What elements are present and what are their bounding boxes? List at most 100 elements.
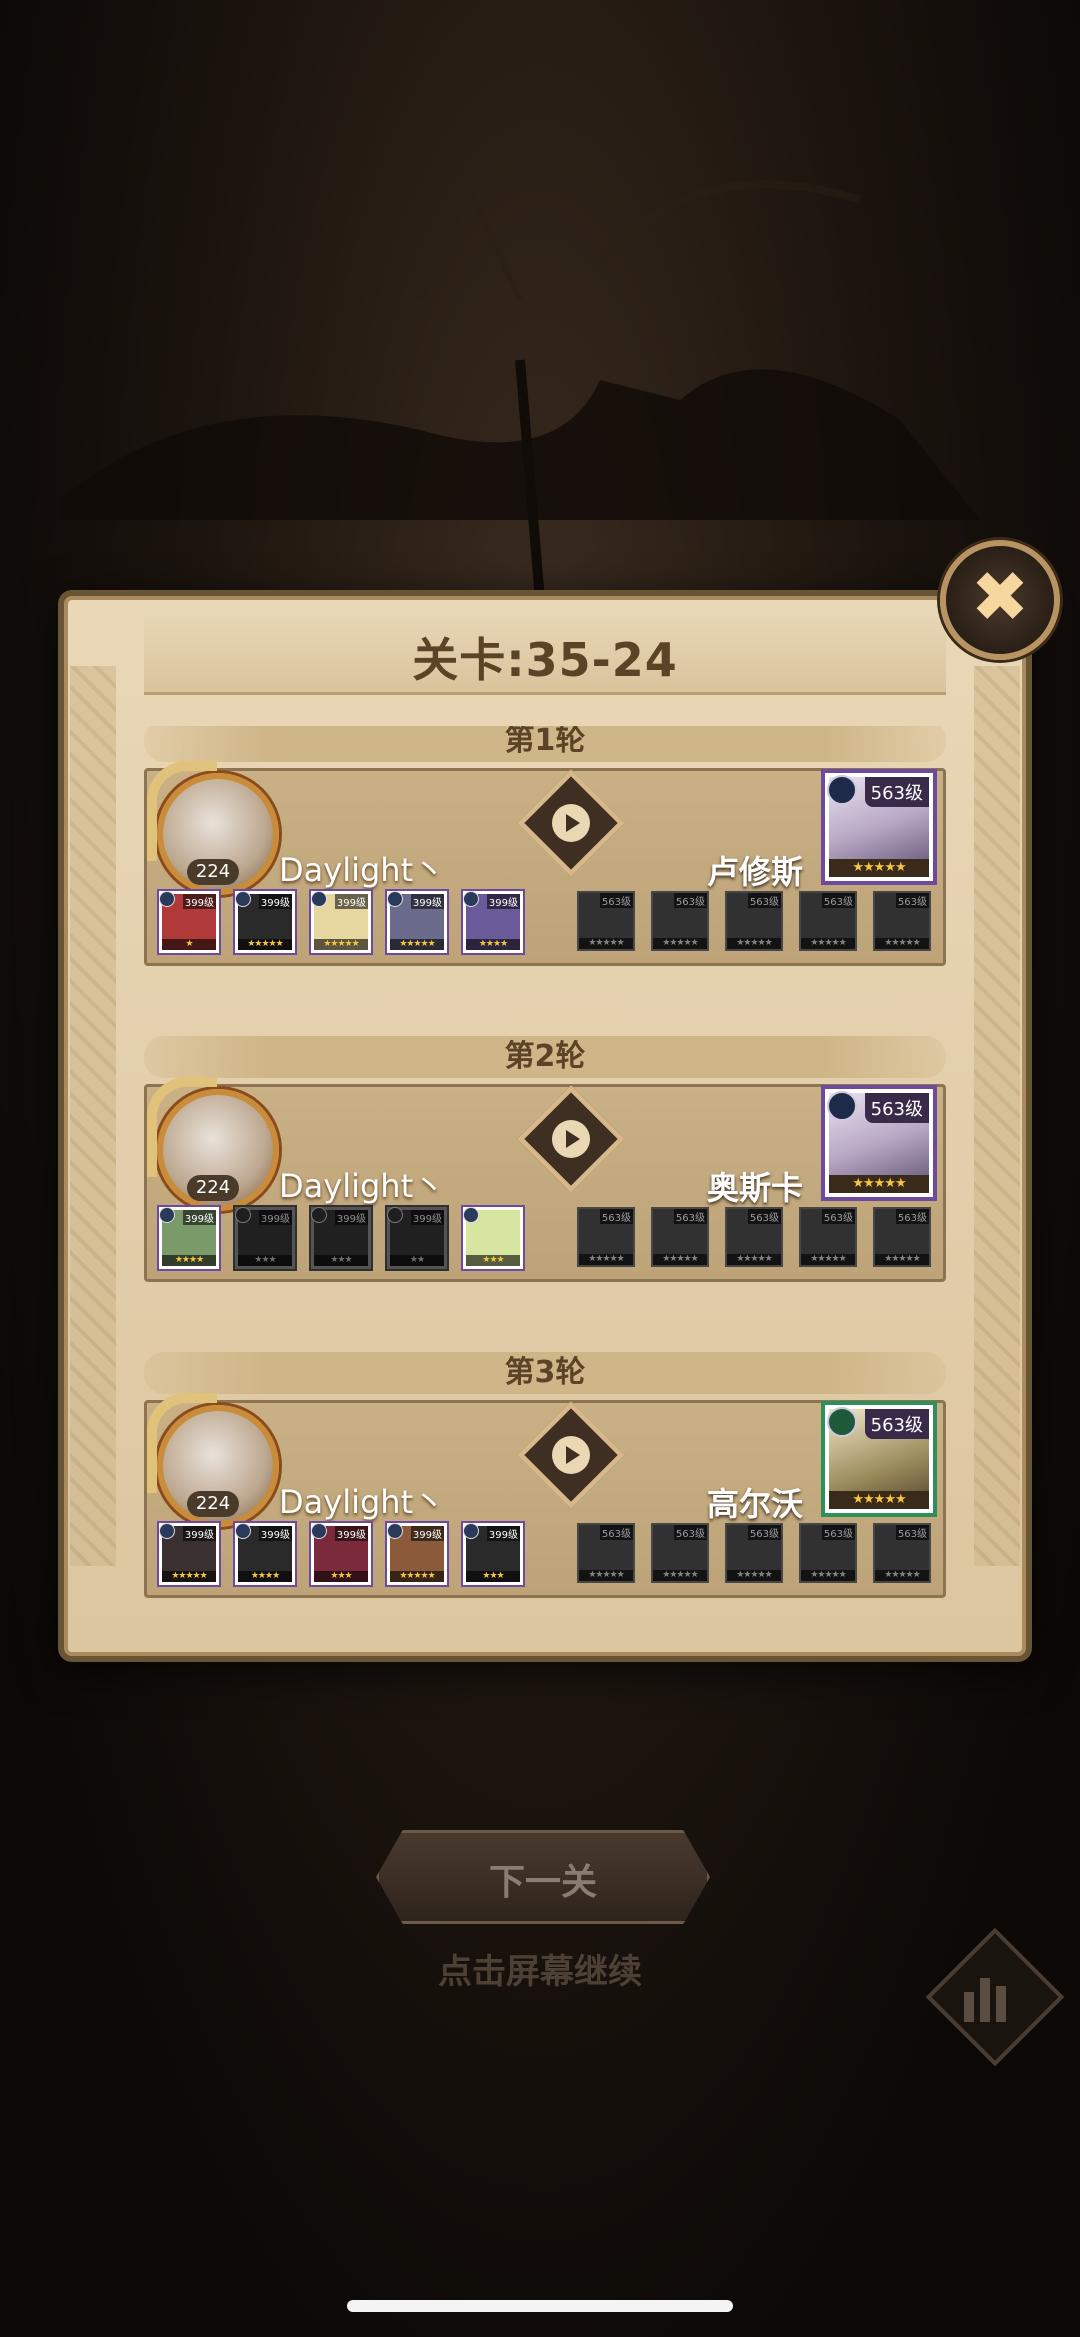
enemy-hero-slot[interactable]: 563级 ★★★★★ xyxy=(799,1207,857,1267)
hero-stars: ★★★ xyxy=(314,1255,368,1266)
replay-button[interactable] xyxy=(517,1085,625,1193)
player-hero-slot[interactable]: 399级 ★★★★ xyxy=(159,1207,219,1269)
player-hero-slot[interactable]: 399级 ★★★ xyxy=(463,1523,523,1585)
hero-stars: ★★★★★ xyxy=(390,939,444,950)
hero-level: 563级 xyxy=(599,1209,633,1224)
hero-stars: ★★★★★ xyxy=(875,938,929,949)
player-name: Daylight丶 xyxy=(279,1167,446,1205)
hero-level: 399级 xyxy=(410,1526,444,1541)
faction-icon xyxy=(463,1523,479,1539)
enemy-hero-slot[interactable]: 563级 ★★★★★ xyxy=(651,1523,709,1583)
player-hero-slot[interactable]: ★★★ xyxy=(463,1207,523,1269)
faction-icon xyxy=(387,1523,403,1539)
hero-stars: ★★★★★ xyxy=(579,1570,633,1581)
round-header: 第2轮 xyxy=(144,1036,946,1078)
replay-button[interactable] xyxy=(517,769,625,877)
enemy-hero-slot[interactable]: 563级 ★★★★★ xyxy=(651,1207,709,1267)
enemy-hero-slot[interactable]: 563级 ★★★★★ xyxy=(873,1207,931,1267)
avatar-frame-wing xyxy=(147,1393,217,1493)
enemy-hero-slot[interactable]: 563级 ★★★★★ xyxy=(651,891,709,951)
panel-ornament-left xyxy=(70,666,116,1566)
hero-level: 563级 xyxy=(747,1525,781,1540)
player-hero-slot[interactable]: 399级 ★★★★ xyxy=(463,891,523,953)
enemy-portrait[interactable]: 563级 ★★★★★ xyxy=(825,1405,933,1513)
faction-icon xyxy=(311,1207,327,1223)
play-icon xyxy=(552,1120,590,1158)
hero-level: 563级 xyxy=(747,1209,781,1224)
enemy-stars: ★★★★★ xyxy=(829,1491,929,1509)
hero-level: 399级 xyxy=(334,1210,368,1225)
hero-stars: ★★★ xyxy=(238,1255,292,1266)
hero-stars: ★★★★★ xyxy=(653,938,707,949)
hero-stars: ★★★★★ xyxy=(390,1571,444,1582)
hero-level: 399级 xyxy=(410,894,444,909)
round-header: 第1轮 xyxy=(144,726,946,762)
enemy-hero-slot[interactable]: 563级 ★★★★★ xyxy=(725,1523,783,1583)
hero-stars: ★ xyxy=(162,939,216,950)
enemy-level: 563级 xyxy=(864,1409,929,1439)
player-hero-slot[interactable]: 399级 ★★★★★ xyxy=(235,891,295,953)
enemy-hero-slot[interactable]: 563级 ★★★★★ xyxy=(873,1523,931,1583)
hero-stars: ★★★ xyxy=(466,1571,520,1582)
hero-level: 563级 xyxy=(895,893,929,908)
hero-level: 399级 xyxy=(258,1526,292,1541)
player-hero-slot[interactable]: 399级 ★★ xyxy=(387,1207,447,1269)
hero-stars: ★★★★★ xyxy=(875,1254,929,1265)
close-button[interactable]: ✖ xyxy=(940,540,1060,660)
replay-button[interactable] xyxy=(517,1401,625,1509)
player-hero-slot[interactable]: 399级 ★★★★★ xyxy=(311,891,371,953)
player-level-badge: 224 xyxy=(187,1175,239,1201)
hero-stars: ★★★★ xyxy=(466,939,520,950)
battle-card: 224 Daylight丶 奥斯卡 563级 ★★★★★ 399级 ★★★★ 399… xyxy=(144,1077,946,1282)
hero-stars: ★★★ xyxy=(314,1571,368,1582)
enemy-name: 卢修斯 xyxy=(706,853,803,891)
faction-icon xyxy=(159,891,175,907)
faction-icon xyxy=(159,1523,175,1539)
enemy-hero-slot[interactable]: 563级 ★★★★★ xyxy=(725,1207,783,1267)
player-hero-slot[interactable]: 399级 ★★★★★ xyxy=(387,1523,447,1585)
stage-title: 关卡:35-24 xyxy=(412,633,678,687)
hero-stars: ★★★★★ xyxy=(238,939,292,950)
enemy-hero-slot[interactable]: 563级 ★★★★★ xyxy=(799,891,857,951)
battle-report-panel: 关卡:35-24 第1轮 224 Daylight丶 卢修斯 563级 ★★★★… xyxy=(58,590,1032,1662)
hero-level: 563级 xyxy=(673,1525,707,1540)
player-hero-slot[interactable]: 399级 ★★★ xyxy=(311,1523,371,1585)
player-hero-slot[interactable]: 399级 ★★★★★ xyxy=(387,891,447,953)
hero-level: 563级 xyxy=(821,1525,855,1540)
hero-level: 399级 xyxy=(486,894,520,909)
hero-level: 399级 xyxy=(410,1210,444,1225)
player-hero-slot[interactable]: 399级 ★★★ xyxy=(235,1207,295,1269)
enemy-team: 563级 ★★★★★ 563级 ★★★★★ 563级 ★★★★★ 563级 ★★★★★ 563级… xyxy=(577,1523,931,1583)
player-hero-slot[interactable]: 399级 ★★★★★ xyxy=(159,1523,219,1585)
battle-card: 224 Daylight丶 卢修斯 563级 ★★★★★ 399级 ★ 399级 ★★… xyxy=(144,761,946,966)
enemy-portrait[interactable]: 563级 ★★★★★ xyxy=(825,1089,933,1197)
enemy-portrait[interactable]: 563级 ★★★★★ xyxy=(825,773,933,881)
hero-level: 563级 xyxy=(747,893,781,908)
player-name: Daylight丶 xyxy=(279,851,446,889)
player-team: 399级 ★★★★★ 399级 ★★★★ 399级 ★★★ 399级 ★★★★★ 399级 ★★★ xyxy=(159,1523,523,1585)
hero-level: 563级 xyxy=(821,893,855,908)
rounds-list[interactable]: 第1轮 224 Daylight丶 卢修斯 563级 ★★★★★ 399级 ★ 39… xyxy=(144,726,946,1646)
enemy-hero-slot[interactable]: 563级 ★★★★★ xyxy=(577,1523,635,1583)
player-hero-slot[interactable]: 399级 ★★★★ xyxy=(235,1523,295,1585)
hero-stars: ★★★★★ xyxy=(579,938,633,949)
hero-stars: ★★★★★ xyxy=(579,1254,633,1265)
enemy-hero-slot[interactable]: 563级 ★★★★★ xyxy=(725,891,783,951)
enemy-hero-slot[interactable]: 563级 ★★★★★ xyxy=(873,891,931,951)
round-header: 第3轮 xyxy=(144,1352,946,1394)
avatar-frame-wing xyxy=(147,761,217,861)
home-indicator xyxy=(347,2300,733,2312)
player-hero-slot[interactable]: 399级 ★ xyxy=(159,891,219,953)
player-team: 399级 ★★★★ 399级 ★★★ 399级 ★★★ 399级 ★★ ★★★ xyxy=(159,1207,523,1269)
enemy-hero-slot[interactable]: 563级 ★★★★★ xyxy=(577,891,635,951)
faction-icon xyxy=(235,1523,251,1539)
player-hero-slot[interactable]: 399级 ★★★ xyxy=(311,1207,371,1269)
title-band: 关卡:35-24 xyxy=(144,602,946,695)
next-stage-button[interactable]: 下一关 xyxy=(376,1830,710,1924)
hero-stars: ★★★★★ xyxy=(875,1570,929,1581)
enemy-hero-slot[interactable]: 563级 ★★★★★ xyxy=(577,1207,635,1267)
enemy-hero-slot[interactable]: 563级 ★★★★★ xyxy=(799,1523,857,1583)
hero-stars: ★★★★★ xyxy=(801,1570,855,1581)
hero-level: 563级 xyxy=(673,1209,707,1224)
enemy-level: 563级 xyxy=(864,1093,929,1123)
